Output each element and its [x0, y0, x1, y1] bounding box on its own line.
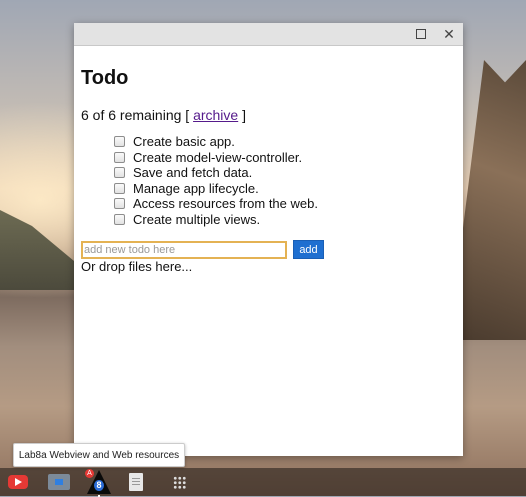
todo-label: Save and fetch data.	[133, 165, 253, 181]
todo-checkbox[interactable]	[114, 151, 125, 163]
todo-item: Save and fetch data.	[114, 165, 318, 181]
add-todo-form: add new todo here add	[81, 240, 324, 259]
todo-item: Create model-view-controller.	[114, 150, 318, 166]
page-title: Todo	[81, 67, 129, 89]
app-badge-letter: A	[85, 469, 94, 478]
todo-label: Manage app lifecycle.	[133, 180, 259, 196]
drop-zone-text: Or drop files here...	[81, 259, 193, 274]
close-button[interactable]: ✕	[435, 23, 463, 45]
todo-item: Manage app lifecycle.	[114, 181, 318, 197]
shelf-tooltip: Lab8a Webview and Web resources	[13, 443, 185, 467]
todo-label: Access resources from the web.	[133, 196, 318, 212]
system-shelf: A 8	[0, 468, 526, 497]
todo-item: Access resources from the web.	[114, 196, 318, 212]
docs-icon[interactable]	[129, 473, 143, 491]
close-icon: ✕	[443, 25, 455, 42]
todo-checkbox[interactable]	[114, 198, 125, 210]
files-icon[interactable]	[48, 474, 70, 490]
remaining-text: 6 of 6 remaining [	[81, 107, 190, 123]
app-badge-number: 8	[94, 480, 104, 491]
app-launcher-icon[interactable]	[173, 476, 186, 489]
todo-label: Create multiple views.	[133, 211, 261, 227]
lab8a-app-icon[interactable]: A 8	[85, 469, 111, 497]
wallpaper-mountain	[456, 60, 526, 340]
youtube-icon[interactable]	[8, 475, 28, 489]
todo-label: Create basic app.	[133, 134, 235, 150]
todo-list: Create basic app. Create model-view-cont…	[114, 134, 318, 227]
todo-label: Create model-view-controller.	[133, 149, 303, 165]
new-todo-input[interactable]: add new todo here	[81, 240, 287, 259]
maximize-icon	[416, 29, 426, 39]
todo-checkbox[interactable]	[114, 213, 125, 225]
remaining-status: 6 of 6 remaining [ archive ]	[81, 107, 246, 123]
wallpaper-hill	[0, 210, 80, 290]
app-window: ✕ Todo 6 of 6 remaining [ archive ] Crea…	[74, 23, 463, 456]
archive-link[interactable]: archive	[193, 107, 238, 123]
remaining-suffix: ]	[242, 107, 246, 123]
window-titlebar[interactable]: ✕	[74, 23, 463, 46]
todo-item: Create basic app.	[114, 134, 318, 150]
todo-checkbox[interactable]	[114, 182, 125, 194]
todo-checkbox[interactable]	[114, 167, 125, 179]
add-button[interactable]: add	[293, 240, 324, 259]
todo-checkbox[interactable]	[114, 136, 125, 148]
todo-item: Create multiple views.	[114, 212, 318, 228]
maximize-button[interactable]	[407, 23, 435, 45]
